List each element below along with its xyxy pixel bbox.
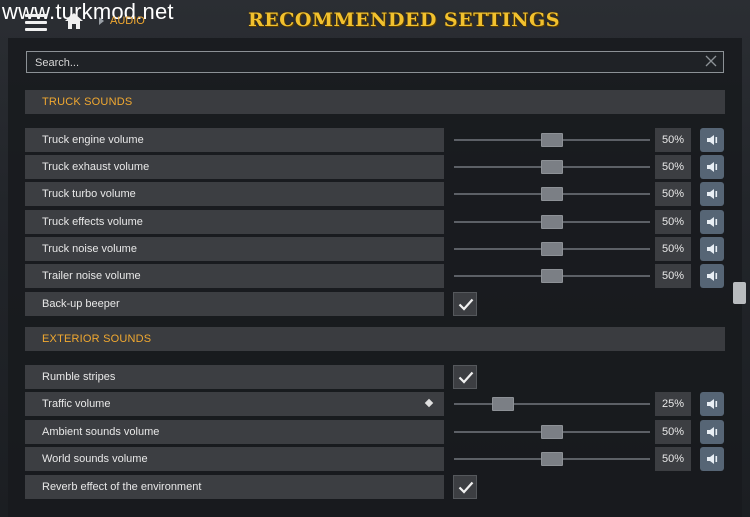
speaker-icon[interactable] <box>700 420 724 444</box>
volume-slider[interactable] <box>454 447 650 471</box>
speaker-icon[interactable] <box>700 210 724 234</box>
slider-thumb[interactable] <box>541 452 563 466</box>
breadcrumb[interactable]: AUDIO <box>110 15 145 27</box>
setting-label: Back-up beeper <box>42 298 120 310</box>
volume-value: 50% <box>655 447 691 471</box>
volume-slider[interactable] <box>454 392 650 416</box>
checkmark-icon <box>458 371 474 384</box>
setting-label: Reverb effect of the environment <box>42 481 202 493</box>
setting-row-label: Traffic volume <box>25 392 444 416</box>
volume-value: 50% <box>655 182 691 206</box>
setting-row-label: Reverb effect of the environment <box>25 475 444 499</box>
volume-slider[interactable] <box>454 420 650 444</box>
setting-row-label: Rumble stripes <box>25 365 444 389</box>
checkmark-icon <box>458 298 474 311</box>
slider-thumb[interactable] <box>541 160 563 174</box>
setting-label: Truck engine volume <box>42 134 144 146</box>
speaker-icon[interactable] <box>700 264 724 288</box>
setting-label: World sounds volume <box>42 453 148 465</box>
slider-thumb[interactable] <box>541 187 563 201</box>
section-title: TRUCK SOUNDS <box>42 96 133 108</box>
slider-track[interactable] <box>454 403 650 405</box>
speaker-icon[interactable] <box>700 128 724 152</box>
setting-row-label: World sounds volume <box>25 447 444 471</box>
hamburger-menu-icon[interactable] <box>25 14 47 32</box>
setting-label: Rumble stripes <box>42 371 116 383</box>
slider-thumb[interactable] <box>541 269 563 283</box>
volume-percent: 50% <box>661 270 684 282</box>
volume-value: 50% <box>655 210 691 234</box>
setting-row-label: Back-up beeper <box>25 292 444 316</box>
volume-value: 50% <box>655 128 691 152</box>
section-title: EXTERIOR SOUNDS <box>42 333 152 345</box>
breadcrumb-arrow-icon <box>99 17 104 25</box>
slider-thumb[interactable] <box>492 397 514 411</box>
volume-slider[interactable] <box>454 210 650 234</box>
volume-value: 50% <box>655 155 691 179</box>
page-title: RECOMMENDED SETTINGS <box>248 9 560 31</box>
speaker-icon[interactable] <box>700 237 724 261</box>
volume-slider[interactable] <box>454 128 650 152</box>
volume-percent: 50% <box>661 134 684 146</box>
scrollbar-thumb[interactable] <box>733 282 746 304</box>
search-input[interactable] <box>27 52 697 74</box>
volume-percent: 50% <box>661 188 684 200</box>
close-icon[interactable] <box>705 55 717 67</box>
setting-label: Truck exhaust volume <box>42 161 150 173</box>
speaker-icon[interactable] <box>700 392 724 416</box>
speaker-icon[interactable] <box>700 155 724 179</box>
volume-percent: 50% <box>661 216 684 228</box>
volume-percent: 50% <box>661 426 684 438</box>
setting-row-label: Truck exhaust volume <box>25 155 444 179</box>
volume-value: 50% <box>655 237 691 261</box>
setting-label: Ambient sounds volume <box>42 426 160 438</box>
volume-percent: 25% <box>661 398 684 410</box>
setting-label: Truck turbo volume <box>42 188 136 200</box>
volume-percent: 50% <box>661 243 684 255</box>
section-exterior-sounds: EXTERIOR SOUNDS <box>25 327 725 351</box>
volume-slider[interactable] <box>454 155 650 179</box>
setting-label: Truck noise volume <box>42 243 137 255</box>
volume-value: 50% <box>655 420 691 444</box>
setting-row-label: Truck effects volume <box>25 210 444 234</box>
setting-row-label: Ambient sounds volume <box>25 420 444 444</box>
checkbox[interactable] <box>453 475 477 499</box>
top-bar: www.turkmod.net AUDIO RECOMMENDED SETTIN… <box>0 0 750 40</box>
slider-thumb[interactable] <box>541 242 563 256</box>
volume-value: 50% <box>655 264 691 288</box>
checkbox[interactable] <box>453 365 477 389</box>
slider-thumb[interactable] <box>541 215 563 229</box>
home-icon[interactable] <box>64 12 84 30</box>
modified-indicator-icon <box>424 398 434 408</box>
volume-slider[interactable] <box>454 264 650 288</box>
setting-label: Traffic volume <box>42 398 111 410</box>
slider-thumb[interactable] <box>541 133 563 147</box>
setting-row-label: Trailer noise volume <box>25 264 444 288</box>
setting-label: Truck effects volume <box>42 216 143 228</box>
slider-thumb[interactable] <box>541 425 563 439</box>
volume-slider[interactable] <box>454 237 650 261</box>
volume-value: 25% <box>655 392 691 416</box>
setting-row-label: Truck noise volume <box>25 237 444 261</box>
volume-percent: 50% <box>661 453 684 465</box>
setting-row-label: Truck turbo volume <box>25 182 444 206</box>
search-field[interactable] <box>26 51 724 74</box>
checkbox[interactable] <box>453 292 477 316</box>
speaker-icon[interactable] <box>700 447 724 471</box>
checkmark-icon <box>458 481 474 494</box>
setting-row-label: Truck engine volume <box>25 128 444 152</box>
volume-slider[interactable] <box>454 182 650 206</box>
scrollbar[interactable] <box>738 40 746 510</box>
volume-percent: 50% <box>661 161 684 173</box>
section-truck-sounds: TRUCK SOUNDS <box>25 90 725 114</box>
speaker-icon[interactable] <box>700 182 724 206</box>
setting-label: Trailer noise volume <box>42 270 141 282</box>
